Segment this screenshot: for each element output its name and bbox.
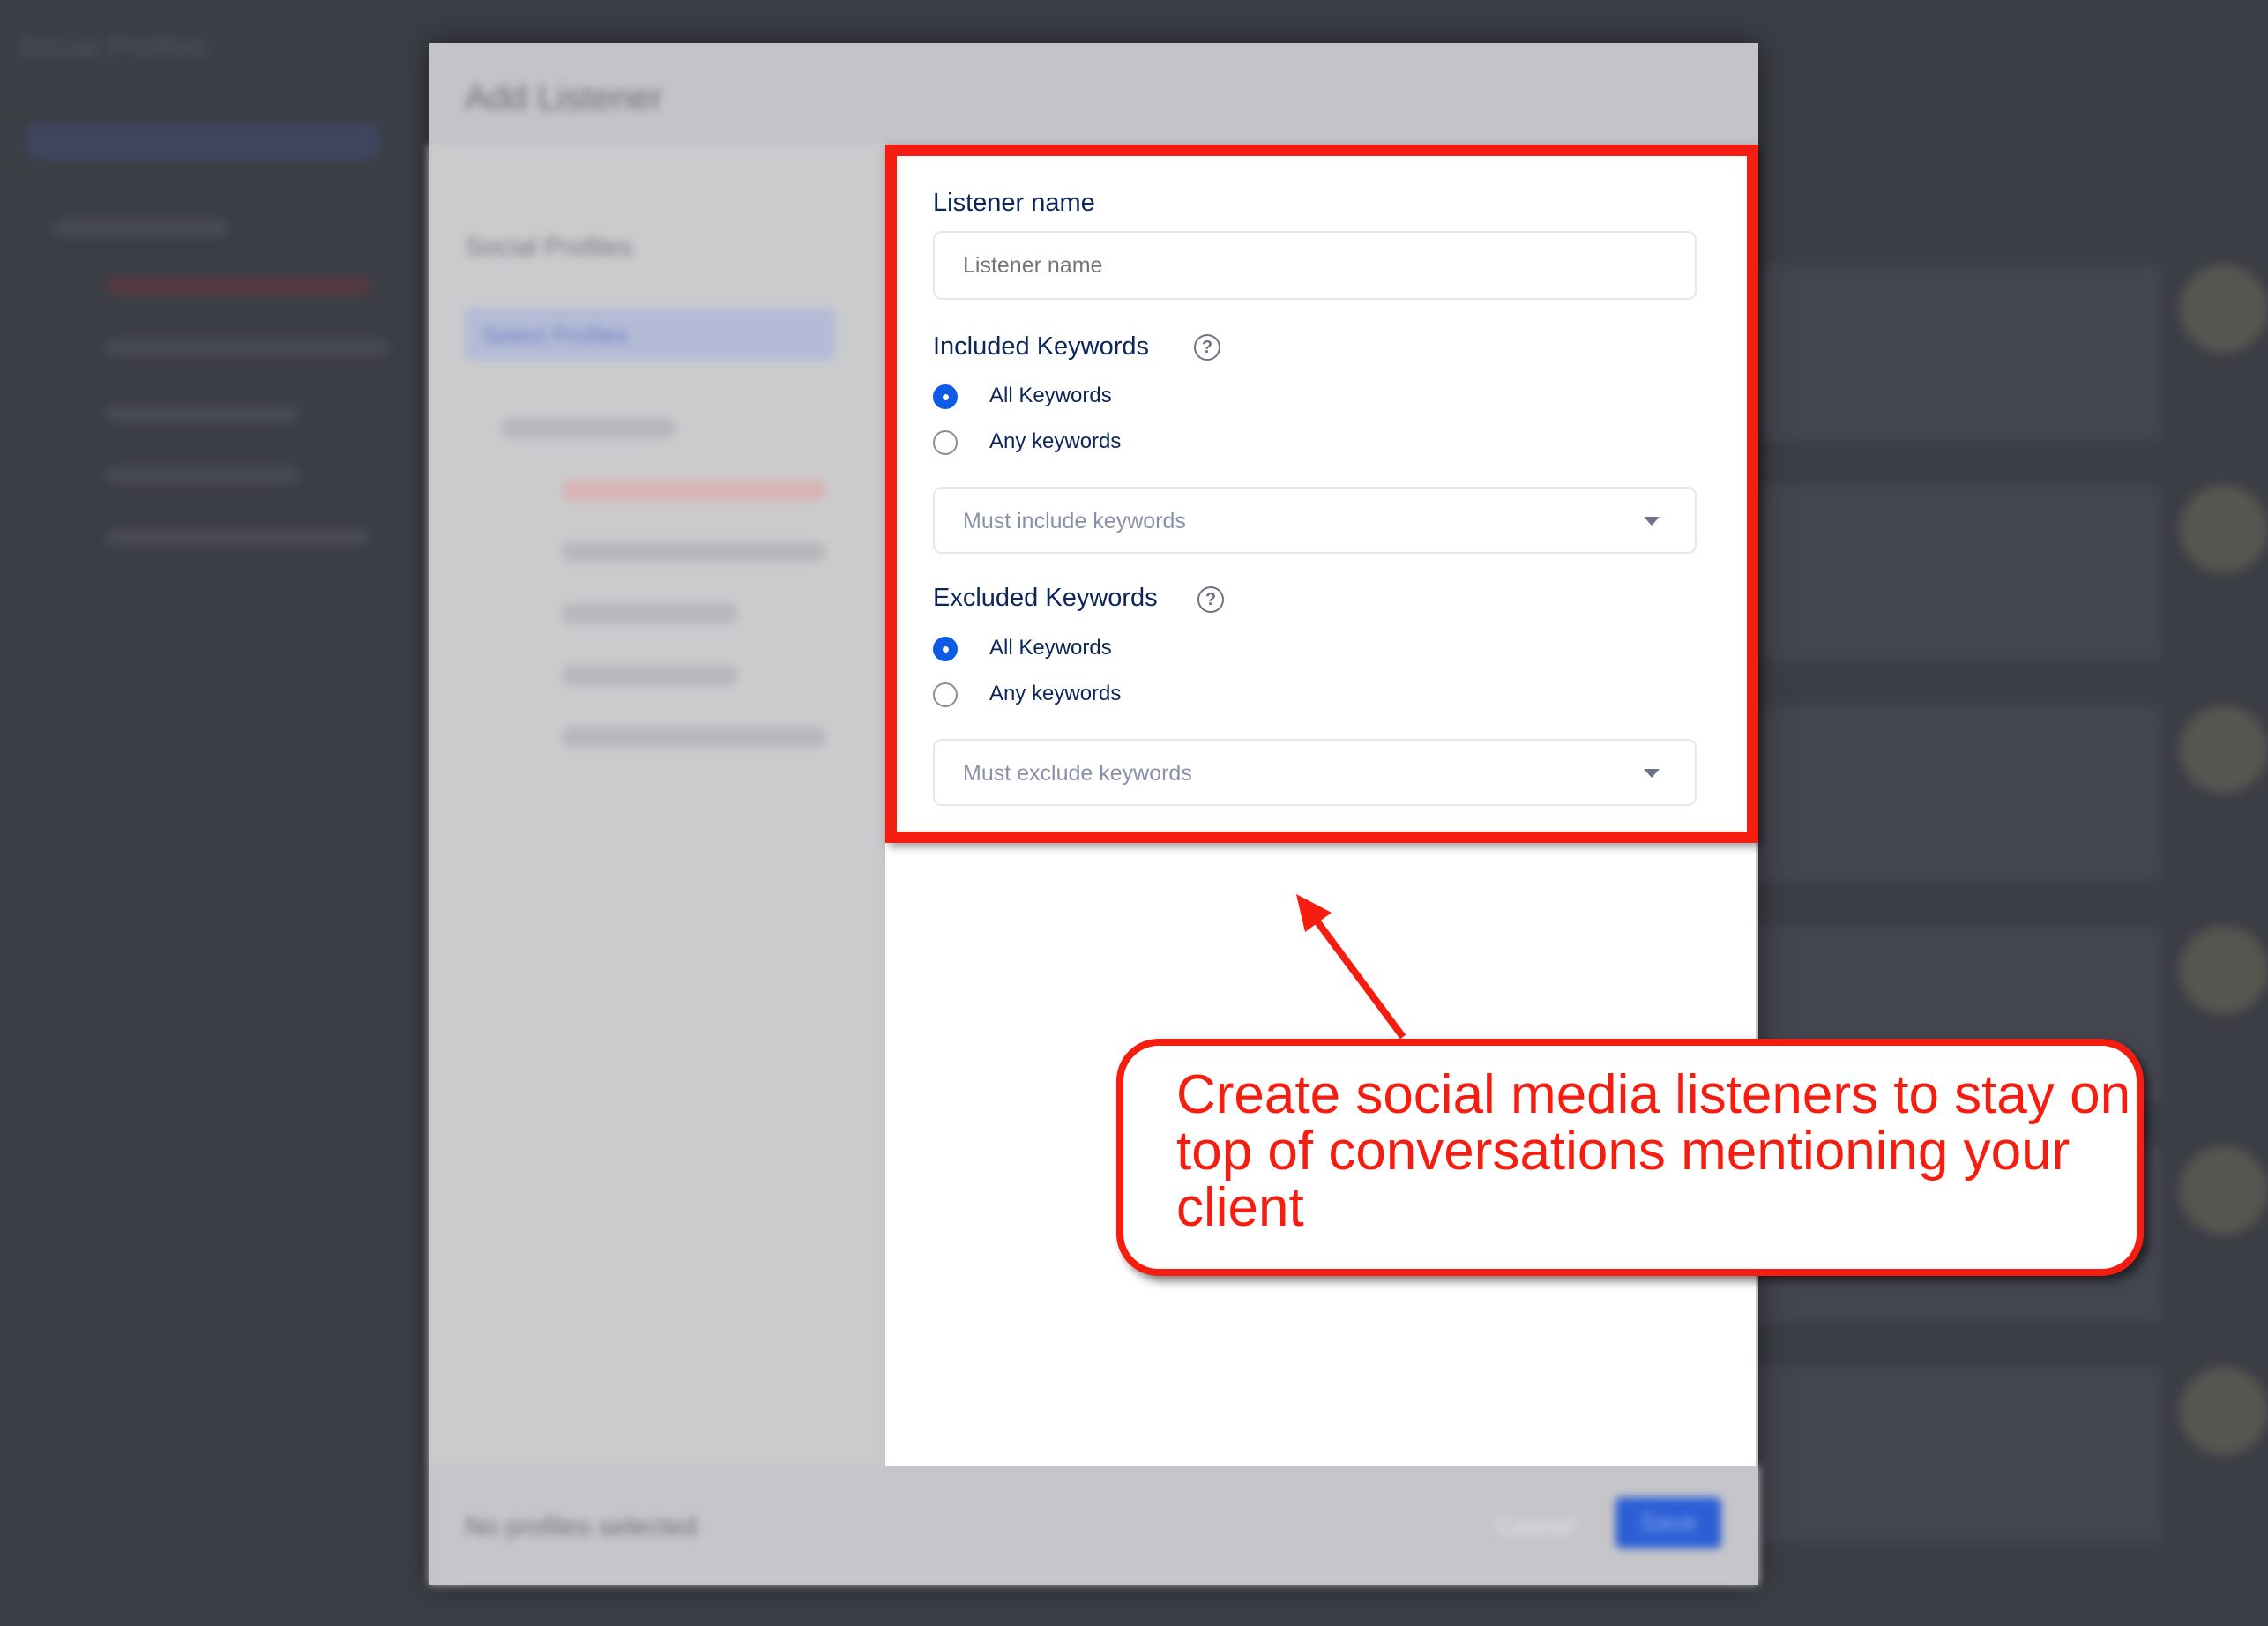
annotation-arrow: [1296, 894, 1406, 1040]
annotation-text: Create social media listeners to stay on…: [1176, 1064, 2131, 1238]
annotation-callout: Create social media listeners to stay on…: [1116, 1039, 2144, 1276]
arrow-shaft: [1310, 914, 1406, 1040]
arrow-head: [1296, 894, 1332, 932]
